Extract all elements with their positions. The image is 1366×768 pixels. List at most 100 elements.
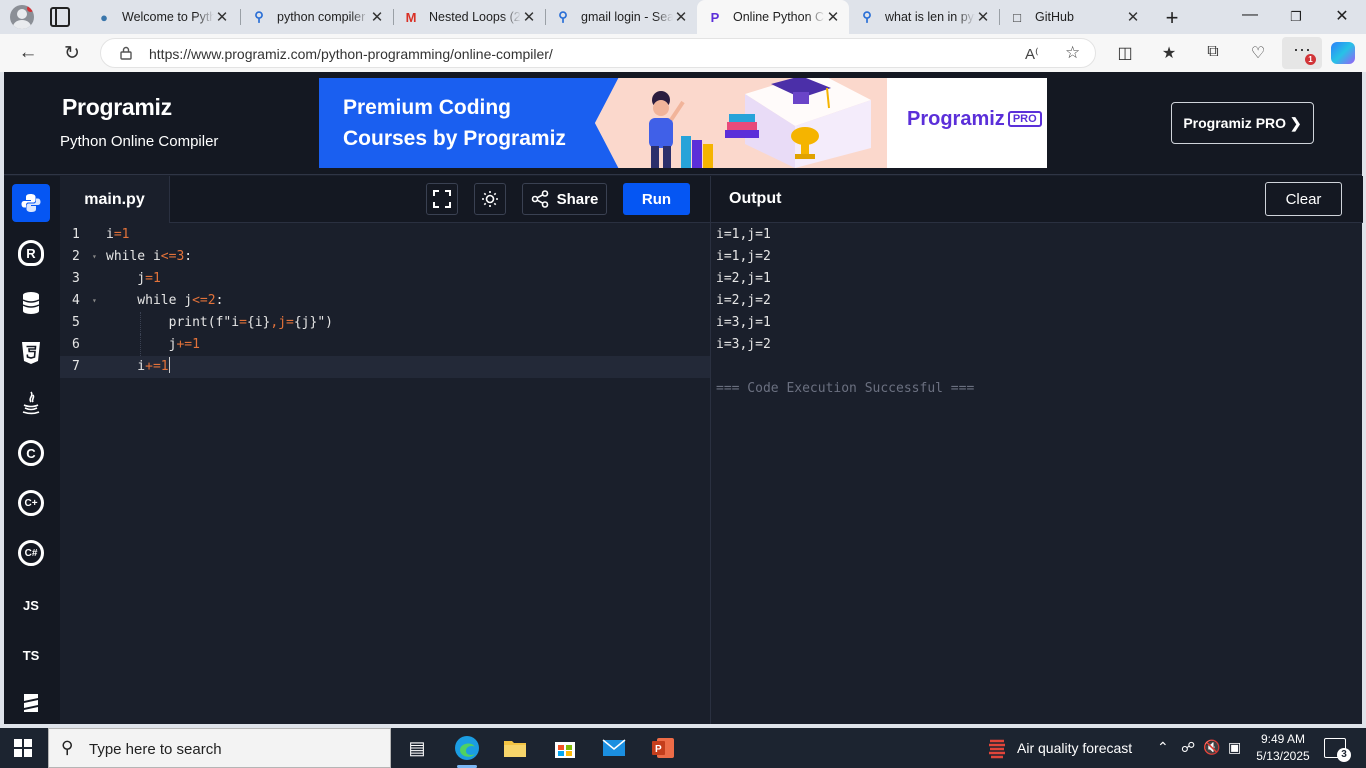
- window-close-icon[interactable]: ✕: [1332, 6, 1352, 26]
- sidebar-item-sql[interactable]: [12, 284, 50, 322]
- system-clock[interactable]: 9:49 AM 5/13/2025: [1253, 731, 1313, 765]
- code-line-current: 7 i+=1: [60, 356, 710, 378]
- refresh-icon[interactable]: ↻: [60, 42, 84, 65]
- meet-now-icon[interactable]: ☍: [1181, 739, 1195, 756]
- browser-tab-active[interactable]: P Online Python Compiler ✕: [697, 0, 849, 34]
- file-explorer-icon[interactable]: [501, 734, 529, 762]
- sidebar-item-html[interactable]: [12, 334, 50, 372]
- programiz-logo[interactable]: Programiz: [62, 94, 172, 121]
- code-text: j=1: [106, 271, 161, 286]
- banner-logo-text: Programiz: [907, 108, 1005, 130]
- browser-essentials-icon[interactable]: ♡: [1247, 43, 1269, 63]
- edge-browser-icon[interactable]: [453, 734, 481, 768]
- fullscreen-button[interactable]: [426, 183, 458, 215]
- fold-arrow-icon[interactable]: ▾: [92, 246, 97, 268]
- windows-start-icon[interactable]: [14, 739, 32, 757]
- close-icon[interactable]: ✕: [214, 8, 230, 26]
- back-icon[interactable]: ←: [16, 42, 40, 64]
- sidebar-item-typescript[interactable]: TS: [12, 636, 50, 674]
- profile-avatar[interactable]: [10, 5, 34, 29]
- ad-banner[interactable]: Premium Coding Courses by Programiz Prog…: [319, 78, 1047, 168]
- output-console[interactable]: i=1,j=1 i=1,j=2 i=2,j=1 i=2,j=2 i=3,j=1 …: [716, 224, 974, 400]
- clear-button[interactable]: Clear: [1265, 182, 1342, 216]
- weather-widget[interactable]: Air quality forecast: [986, 737, 1132, 759]
- search-icon: ⚲: [862, 9, 872, 24]
- clock-date: 5/13/2025: [1256, 749, 1310, 763]
- sql-icon: [22, 292, 40, 314]
- fold-arrow-icon[interactable]: ▾: [92, 290, 97, 312]
- browser-tab-title: Nested Loops (2): [429, 10, 521, 24]
- more-menu-button[interactable]: ··· 1: [1282, 37, 1322, 69]
- java-icon: [22, 391, 40, 415]
- sidebar-item-swift[interactable]: [12, 684, 50, 722]
- notifications-icon[interactable]: 3: [1324, 738, 1351, 762]
- favorites-icon[interactable]: ★: [1158, 43, 1180, 63]
- ts-label: TS: [22, 647, 40, 663]
- favorite-star-icon[interactable]: ☆: [1065, 43, 1080, 63]
- cpp-icon: C+: [18, 490, 44, 516]
- programiz-pro-button[interactable]: Programiz PRO ❯: [1171, 102, 1314, 144]
- code-editor-panel: main.py Share Run 1 i=1 2 ▾ while i<=3: …: [60, 176, 710, 724]
- task-view-icon[interactable]: ▤: [403, 734, 431, 762]
- code-area[interactable]: 1 i=1 2 ▾ while i<=3: 3 j=1 4 ▾ while j<…: [60, 224, 710, 378]
- search-icon: ⚲: [61, 738, 74, 757]
- collections-icon[interactable]: ⧉: [1202, 43, 1224, 63]
- run-button[interactable]: Run: [623, 183, 690, 215]
- banner-headline: Premium Coding Courses by Programiz: [343, 92, 566, 154]
- browser-tab-title: GitHub: [1035, 10, 1074, 24]
- network-icon[interactable]: ▣: [1228, 739, 1241, 756]
- editor-toolbar: main.py Share Run: [60, 176, 710, 223]
- split-screen-icon[interactable]: ◫: [1114, 43, 1136, 63]
- sidebar-item-cpp[interactable]: C+: [12, 484, 50, 522]
- close-icon[interactable]: ✕: [825, 8, 841, 26]
- close-icon[interactable]: ✕: [369, 8, 385, 26]
- sidebar-item-csharp[interactable]: C#: [12, 534, 50, 572]
- line-number: 1: [72, 227, 80, 242]
- file-tab-main-py[interactable]: main.py: [60, 176, 170, 223]
- output-panel: Output Clear i=1,j=1 i=1,j=2 i=2,j=1 i=2…: [710, 176, 1363, 724]
- microsoft-store-icon[interactable]: [551, 734, 579, 762]
- browser-tab-title: Online Python Compiler: [733, 10, 825, 24]
- mail-icon[interactable]: [600, 734, 628, 762]
- share-button[interactable]: Share: [522, 183, 607, 215]
- copilot-icon[interactable]: [1331, 42, 1355, 64]
- weather-text: Air quality forecast: [1017, 740, 1133, 756]
- r-icon: R: [18, 240, 44, 266]
- sidebar-item-r[interactable]: R: [12, 234, 50, 272]
- minimize-icon[interactable]: —: [1240, 6, 1260, 24]
- sidebar-item-python[interactable]: [12, 184, 50, 222]
- windows-taskbar: ⚲ Type here to search ▤ P Air quality fo…: [0, 728, 1366, 768]
- powerpoint-icon[interactable]: P: [649, 734, 677, 762]
- restore-icon[interactable]: ❐: [1286, 9, 1306, 25]
- chevron-up-icon[interactable]: ⌃: [1157, 739, 1169, 756]
- programiz-page: Programiz Python Online Compiler Premium…: [4, 72, 1363, 724]
- taskbar-search-box[interactable]: ⚲ Type here to search: [48, 728, 391, 768]
- line-number: 4: [72, 293, 80, 308]
- new-tab-icon[interactable]: +: [1160, 5, 1184, 31]
- browser-tab[interactable]: □ GitHub ✕: [999, 2, 1149, 32]
- browser-tab[interactable]: ⚲ gmail login - Search ✕: [545, 2, 697, 32]
- sidebar-item-javascript[interactable]: JS: [12, 586, 50, 624]
- theme-toggle-button[interactable]: [474, 183, 506, 215]
- close-icon[interactable]: ✕: [1125, 8, 1141, 26]
- tab-actions-icon[interactable]: [50, 7, 70, 27]
- code-line: 4 ▾ while j<=2:: [60, 290, 710, 312]
- js-label: JS: [23, 597, 39, 613]
- address-bar[interactable]: https://www.programiz.com/python-program…: [100, 38, 1096, 68]
- browser-tab[interactable]: M Nested Loops (2) ✕: [393, 2, 545, 32]
- browser-tab-title: Welcome to Python: [122, 10, 214, 24]
- search-icon: ⚲: [254, 9, 264, 24]
- sidebar-item-java[interactable]: [12, 384, 50, 422]
- sidebar-item-c[interactable]: C: [12, 434, 50, 472]
- read-aloud-icon[interactable]: A⁽: [1025, 45, 1039, 63]
- close-icon[interactable]: ✕: [975, 8, 991, 26]
- browser-tab[interactable]: ⚲ python compiler ✕: [241, 2, 393, 32]
- code-text: while j<=2:: [106, 293, 224, 308]
- lock-icon: [120, 46, 132, 60]
- close-icon[interactable]: ✕: [521, 8, 537, 26]
- browser-tab[interactable]: ⚲ what is len in python ✕: [849, 2, 999, 32]
- volume-muted-icon[interactable]: 🔇: [1203, 739, 1220, 756]
- close-icon[interactable]: ✕: [673, 8, 689, 26]
- profile-alert-dot: [27, 5, 34, 12]
- browser-tab[interactable]: ● Welcome to Python ✕: [86, 2, 238, 32]
